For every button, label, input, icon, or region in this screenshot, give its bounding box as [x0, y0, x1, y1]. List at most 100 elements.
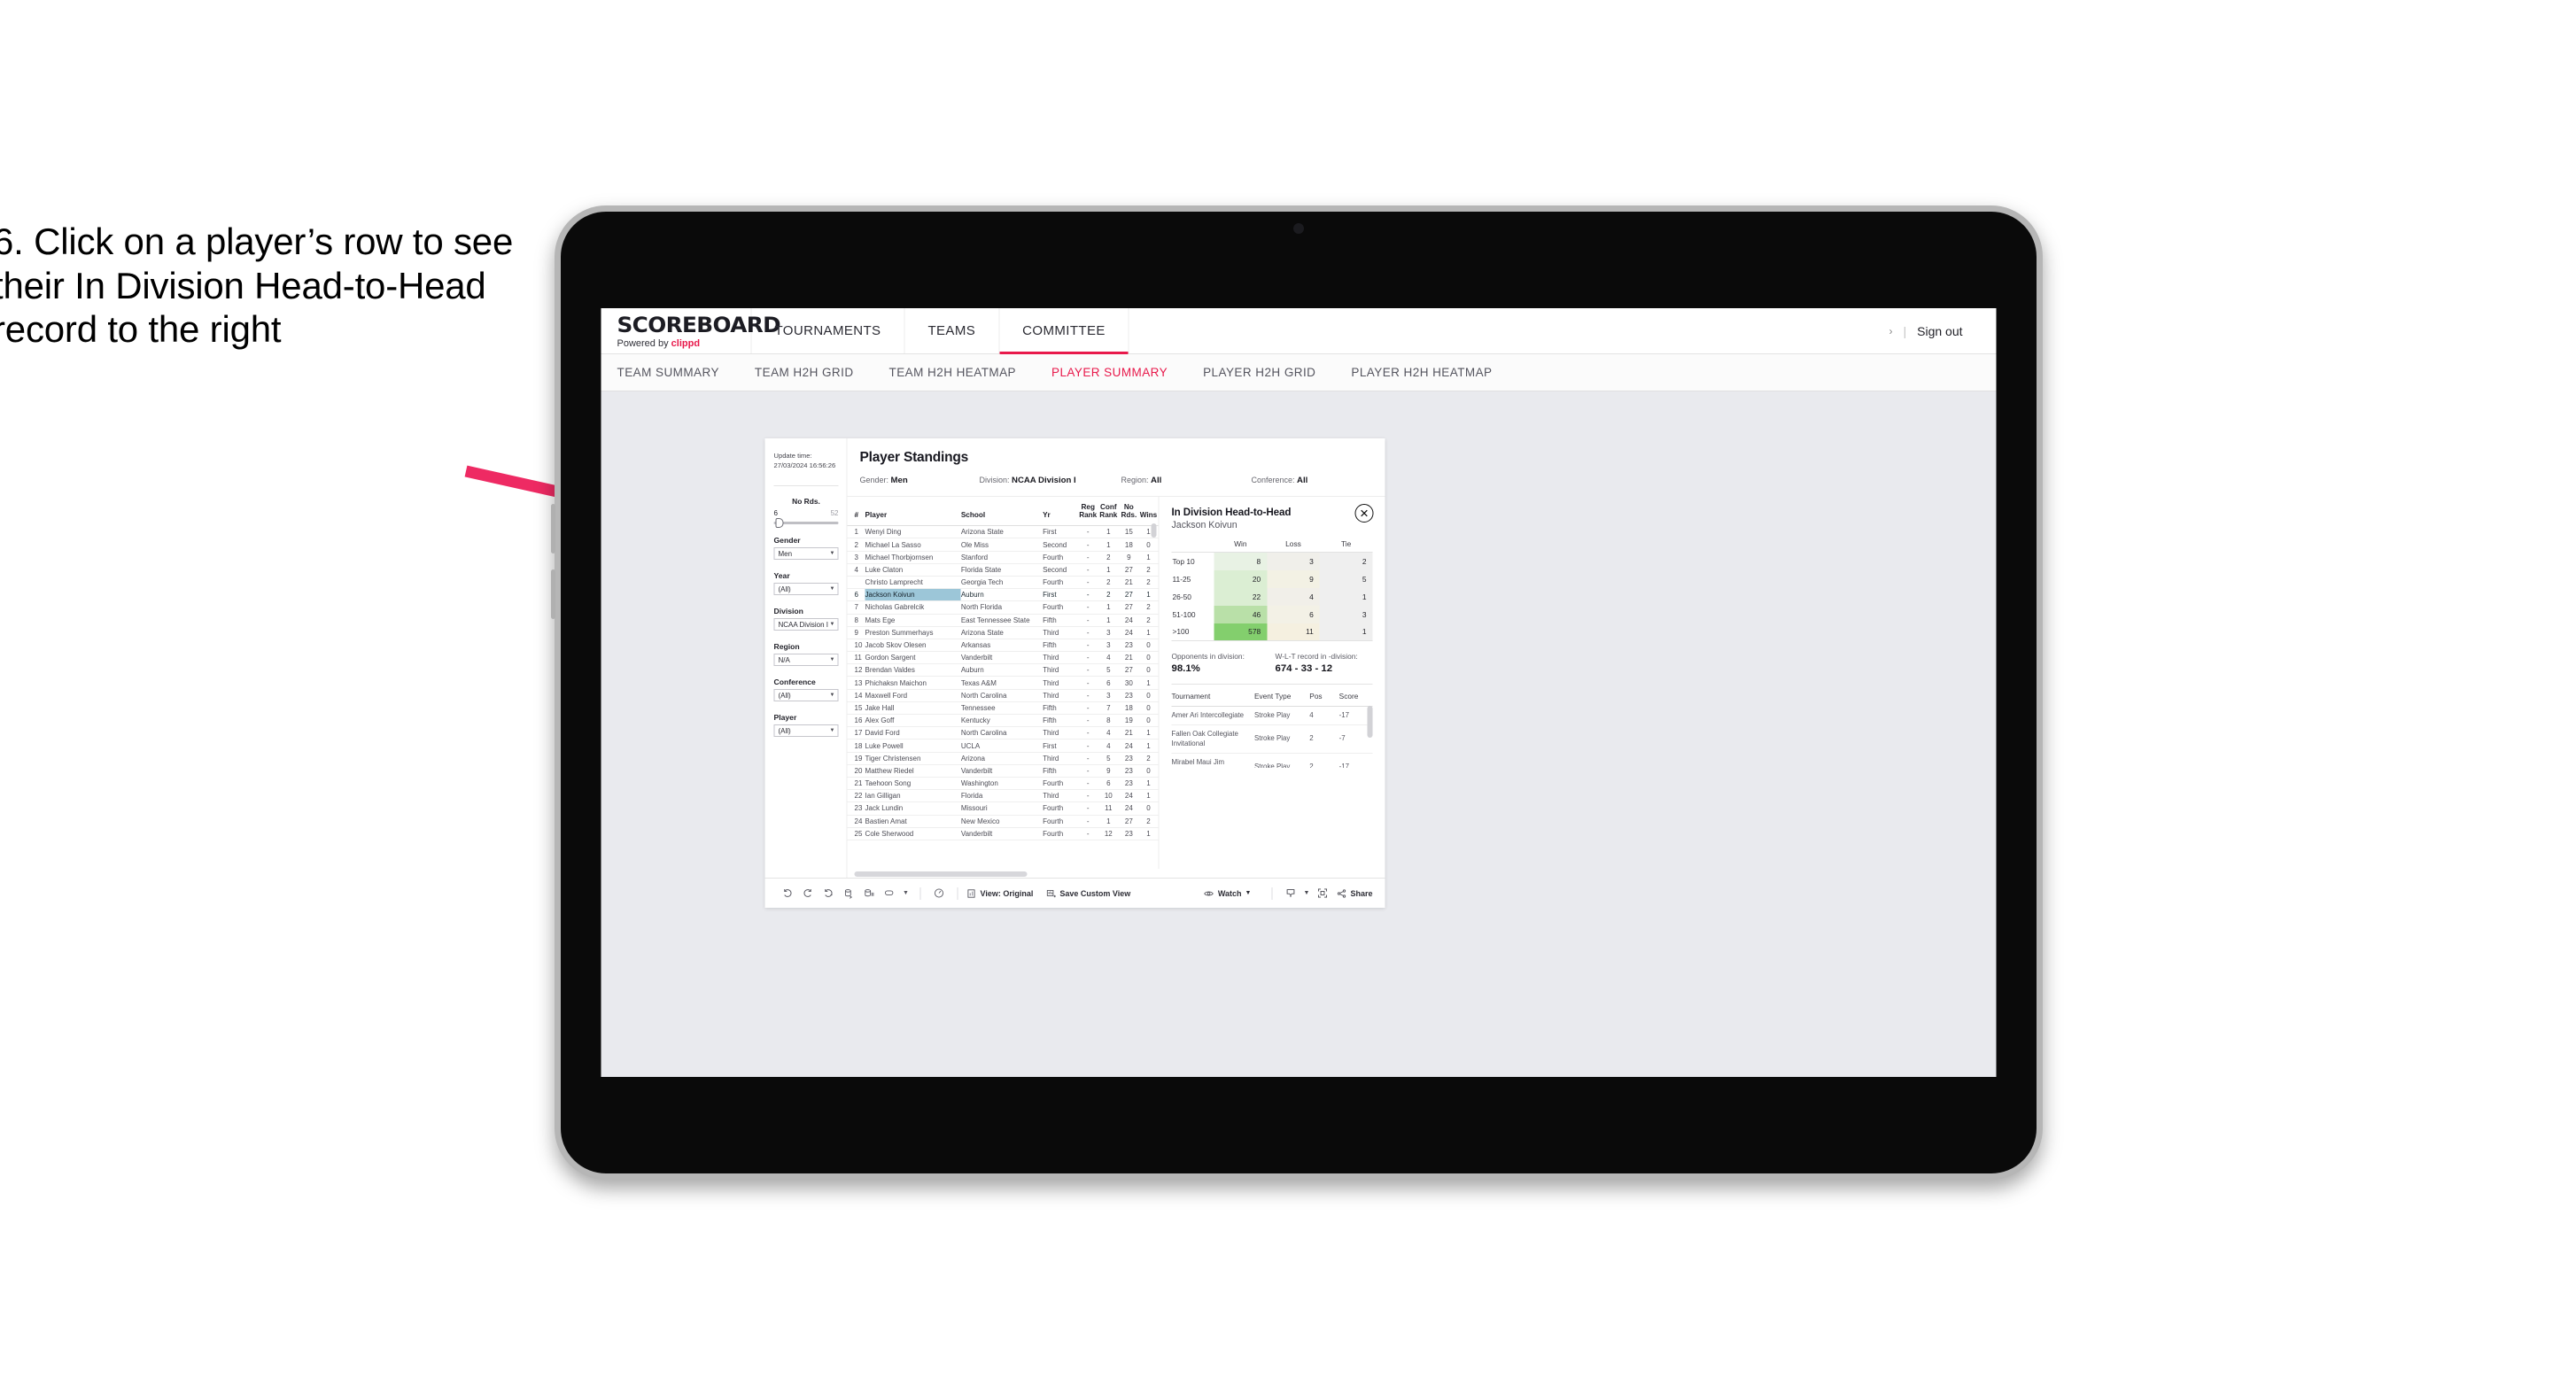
filter-conference-select[interactable]: (All) ▼: [773, 689, 839, 701]
tournament-cell-name: Amer Ari Intercollegiate: [1171, 706, 1254, 726]
table-row[interactable]: 10 Jacob Skov Olesen Arkansas Fifth -3 23 0: [847, 639, 1159, 653]
table-row[interactable]: 4 Luke Claton Florida State Second -1 27 2: [847, 563, 1159, 577]
content-split: # Player School Yr Reg Rank Conf Rank No Rd…: [847, 497, 1385, 869]
standings-cell-school: Arizona State: [960, 525, 1044, 539]
table-row[interactable]: 20 Matthew Riedel Vanderbilt Fifth -9 23 0: [847, 764, 1159, 778]
sign-out-link[interactable]: Sign out: [1917, 324, 1962, 338]
chevron-right-icon[interactable]: ›: [1889, 325, 1892, 337]
watch-button[interactable]: Watch ▼: [1204, 888, 1251, 899]
tournament-scrollbar[interactable]: [1367, 706, 1373, 738]
fullscreen-icon[interactable]: [1312, 887, 1332, 899]
table-row[interactable]: 16 Alex Goff Kentucky Fifth -8 19 0: [847, 714, 1159, 728]
col-conf-rank[interactable]: Conf Rank: [1098, 497, 1120, 527]
table-row[interactable]: 22 Ian Gilligan Florida Third -10 24 1: [847, 789, 1159, 803]
table-row[interactable]: 3 Michael Thorbjornsen Stanford Fourth -2 9 1: [847, 551, 1159, 564]
col-score[interactable]: Score: [1338, 687, 1373, 707]
brand-logo[interactable]: SCOREBOARD Powered by clippd: [601, 308, 781, 353]
standings-cell-rank: 8: [847, 614, 865, 627]
table-row[interactable]: 2 Michael La Sasso Ole Miss Second -1 18 0: [847, 538, 1159, 552]
col-pos[interactable]: Pos: [1309, 687, 1339, 707]
subtab-team-h2h-heatmap[interactable]: TEAM H2H HEATMAP: [889, 366, 1016, 379]
table-row[interactable]: 7 Nicholas Gabrelcik North Florida Fourth -1…: [847, 600, 1159, 615]
table-row[interactable]: 9 Preston Summerhays Arizona State Third -3 2…: [847, 626, 1159, 639]
col-event-type[interactable]: Event Type: [1253, 687, 1310, 707]
table-row[interactable]: 17 David Ford North Carolina Third -4 21 1: [847, 726, 1159, 740]
pause-updates-icon[interactable]: [859, 887, 880, 899]
col-rank[interactable]: #: [847, 497, 865, 527]
col-school[interactable]: School: [960, 497, 1044, 527]
standings-cell-conf-rank: 2: [1098, 551, 1120, 564]
account-area: › | Sign out: [1889, 308, 1996, 353]
table-row[interactable]: 11 Gordon Sargent Vanderbilt Third -4 21 0: [847, 651, 1159, 665]
no-rounds-slider-track[interactable]: [773, 518, 839, 528]
filter-division-select[interactable]: NCAA Division I ▼: [773, 618, 839, 631]
col-player[interactable]: Player: [865, 497, 961, 527]
subtab-team-h2h-grid[interactable]: TEAM H2H GRID: [755, 366, 854, 379]
filter-gender-select[interactable]: Men ▼: [773, 547, 839, 560]
col-yr[interactable]: Yr: [1043, 497, 1079, 527]
standings-cell-yr: Third: [1043, 689, 1079, 702]
chevron-down-icon[interactable]: ▼: [900, 890, 912, 896]
highlight-icon[interactable]: [880, 887, 900, 899]
col-reg-rank[interactable]: Reg Rank: [1078, 497, 1098, 527]
standings-horizontal-scrollbar[interactable]: [854, 871, 1028, 877]
no-rounds-label: No Rds.: [792, 497, 820, 506]
subtab-player-summary[interactable]: PLAYER SUMMARY: [1051, 366, 1168, 379]
no-rounds-slider-handle[interactable]: [775, 518, 784, 528]
table-row[interactable]: 13 Phichaksn Maichon Texas A&M Third -6 30 1: [847, 676, 1159, 690]
table-row[interactable]: 24 Bastien Amat New Mexico Fourth -1 27 2: [847, 815, 1159, 828]
share-button[interactable]: Share: [1336, 888, 1373, 899]
redo-icon[interactable]: [798, 887, 819, 899]
standings-cell-school: Texas A&M: [960, 676, 1044, 690]
standings-cell-player: Luke Claton: [865, 563, 961, 577]
filter-year-select[interactable]: (All) ▼: [773, 583, 839, 595]
subtab-player-h2h-grid[interactable]: PLAYER H2H GRID: [1203, 366, 1315, 379]
standings-cell-reg-rank: -: [1078, 801, 1098, 816]
h2h-header-row: Win Loss Tie: [1171, 539, 1373, 553]
standings-vertical-scrollbar[interactable]: [1151, 523, 1157, 538]
h2h-cell-win: 46: [1214, 605, 1268, 623]
table-row[interactable]: 21 Taehoon Song Washington Fourth -6 23 1: [847, 777, 1159, 791]
table-row[interactable]: Christo Lamprecht Georgia Tech Fourth -2 21 2: [847, 576, 1159, 590]
table-row[interactable]: 19 Tiger Christensen Arizona Third -5 23 2: [847, 752, 1159, 765]
download-icon[interactable]: [1280, 887, 1300, 899]
standings-cell-player: Tiger Christensen: [865, 752, 961, 765]
table-row[interactable]: 23 Jack Lundin Missouri Fourth -11 24 0: [847, 801, 1159, 816]
table-row[interactable]: 15 Jake Hall Tennessee Fifth -7 18 0: [847, 701, 1159, 716]
subtab-team-summary[interactable]: TEAM SUMMARY: [617, 366, 719, 379]
standings-cell-no-rds: 27: [1119, 663, 1139, 678]
nav-tab-committee[interactable]: COMMITTEE: [999, 308, 1129, 354]
col-tournament[interactable]: Tournament: [1171, 687, 1254, 707]
volume-down-button[interactable]: [551, 569, 555, 619]
h2h-row: 11-25 20 9 5: [1171, 569, 1373, 588]
filter-summary-region: Region: All: [1121, 476, 1252, 485]
subtab-player-h2h-heatmap[interactable]: PLAYER H2H HEATMAP: [1351, 366, 1492, 379]
volume-up-button[interactable]: [551, 504, 555, 554]
table-row[interactable]: 14 Maxwell Ford North Carolina Third -3 23 0: [847, 689, 1159, 702]
chevron-down-icon[interactable]: ▼: [1300, 890, 1312, 896]
col-no-rds[interactable]: No Rds.: [1119, 497, 1139, 527]
standings-cell-yr: Fifth: [1043, 701, 1079, 716]
view-original-label: View: Original: [980, 888, 1034, 898]
refresh-data-icon[interactable]: [839, 887, 859, 899]
standings-cell-no-rds: 21: [1119, 651, 1139, 665]
save-custom-view-button[interactable]: Save Custom View: [1045, 888, 1130, 899]
filter-player-select[interactable]: (All) ▼: [773, 724, 839, 737]
table-row[interactable]: 6 Jackson Koivun Auburn First -2 27 1: [847, 588, 1159, 602]
table-row[interactable]: 12 Brendan Valdes Auburn Third -5 27 0: [847, 663, 1159, 678]
revert-icon[interactable]: [819, 887, 839, 899]
table-row[interactable]: 18 Luke Powell UCLA First -4 24 1: [847, 739, 1159, 753]
nav-tab-teams[interactable]: TEAMS: [904, 308, 1000, 353]
view-original-button[interactable]: View: Original: [966, 888, 1034, 899]
page-title: Player Standings: [859, 450, 969, 465]
standings-cell-player: Brendan Valdes: [865, 663, 961, 678]
table-row[interactable]: 1 Wenyi Ding Arizona State First -1 15 1: [847, 525, 1159, 539]
nav-tab-tournaments[interactable]: TOURNAMENTS: [752, 308, 905, 353]
close-icon[interactable]: [1354, 504, 1374, 523]
slideshow-icon[interactable]: [929, 887, 950, 899]
col-wins[interactable]: Wins: [1138, 497, 1159, 527]
table-row[interactable]: 8 Mats Ege East Tennessee State Fifth -1 24 2: [847, 614, 1159, 627]
table-row[interactable]: 25 Cole Sherwood Vanderbilt Fourth -12 23 1: [847, 827, 1159, 840]
filter-region-select[interactable]: N/A ▼: [773, 654, 839, 666]
undo-icon[interactable]: [778, 887, 798, 899]
